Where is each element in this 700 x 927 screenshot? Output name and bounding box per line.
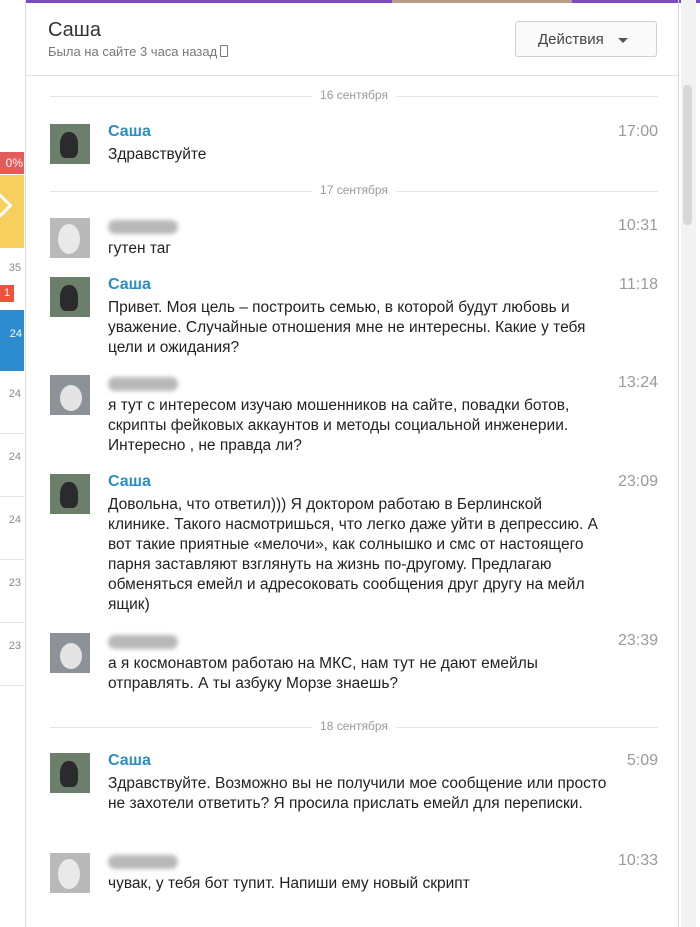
last-seen-text: Была на сайте 3 часа назад [48,44,218,59]
blurred-sender-name [108,377,178,391]
left-sidebar: 0% 35 1 24 24 24 24 23 23 [0,0,26,927]
message-text: Здравствуйте. Возможно вы не получили мо… [108,775,607,812]
last-seen-status: Была на сайте 3 часа назад [48,44,229,59]
message-time: 5:09 [626,752,658,769]
conversation-header: Саша Была на сайте 3 часа назад Действия [26,3,678,76]
sender-avatar[interactable] [50,218,90,258]
message-text: Довольна, что ответил))) Я доктором рабо… [108,496,598,613]
date-separator: 18 сентября [50,719,658,733]
chevron-right-icon [0,193,13,218]
sender-avatar[interactable] [50,853,90,893]
sidebar-item-active[interactable]: 24 [0,310,24,371]
sidebar-item-date: 23 [8,577,21,589]
message-time: 10:33 [617,852,658,869]
sidebar-item-date: 24 [9,328,22,340]
panel-border [678,0,679,927]
sender-avatar[interactable] [50,633,90,673]
sidebar-item-date: 24 [8,451,21,463]
promo-banner[interactable] [0,175,24,248]
caret-down-icon [618,38,628,43]
message-text: чувак, у тебя бот тупит. Напиши ему новы… [108,875,470,892]
discount-badge: 0% [0,152,24,174]
sidebar-item-date: 24 [8,388,21,400]
actions-button-label: Действия [538,31,604,48]
blurred-sender-name [108,635,178,649]
sender-name[interactable]: Саша [108,276,151,294]
mobile-phone-icon [220,45,229,57]
scrollbar-thumb[interactable] [683,85,692,225]
sender-avatar[interactable] [50,753,90,793]
sender-name[interactable]: Саша [108,123,151,141]
unread-count-badge: 1 [0,285,14,302]
message-text: Здравствуйте [108,146,207,163]
message-time: 11:18 [619,276,658,293]
sender-name[interactable]: Саша [108,473,151,491]
message-time: 10:31 [617,217,658,234]
sidebar-count-label: 35 [8,262,21,274]
date-separator: 16 сентября [50,88,658,102]
blurred-sender-name [108,220,178,234]
date-label: 18 сентября [312,719,396,733]
message-time: 13:24 [617,374,658,391]
date-label: 16 сентября [312,88,396,102]
sender-name[interactable]: Саша [108,752,151,770]
sender-avatar[interactable] [50,124,90,164]
message-text: я тут с интересом изучаю мошенников на с… [108,397,570,454]
message-text: Привет. Моя цель – построить семью, в ко… [108,299,586,356]
actions-dropdown-button[interactable]: Действия [515,21,657,57]
date-label: 17 сентября [312,183,396,197]
sidebar-item-date: 23 [8,640,21,652]
sidebar-item[interactable]: 23 [0,561,24,623]
message-time: 17:00 [617,123,658,140]
sidebar-item[interactable]: 24 [0,435,24,497]
message-list[interactable]: 16 сентября Саша 17:00 Здравствуйте 17 с… [26,76,678,927]
sender-avatar[interactable] [50,277,90,317]
sender-avatar[interactable] [50,375,90,415]
message-text: а я космонавтом работаю на МКС, нам тут … [108,655,538,692]
date-separator: 17 сентября [50,183,658,197]
message-text: гутен таг [108,240,172,257]
sidebar-item[interactable]: 24 [0,498,24,560]
sidebar-item[interactable]: 23 [0,624,24,686]
message-time: 23:39 [617,632,658,649]
message-time: 23:09 [617,473,658,490]
sidebar-item[interactable]: 24 [0,372,24,434]
sidebar-item-date: 24 [8,514,21,526]
contact-name[interactable]: Саша [48,19,101,42]
blurred-sender-name [108,855,178,869]
sender-avatar[interactable] [50,474,90,514]
